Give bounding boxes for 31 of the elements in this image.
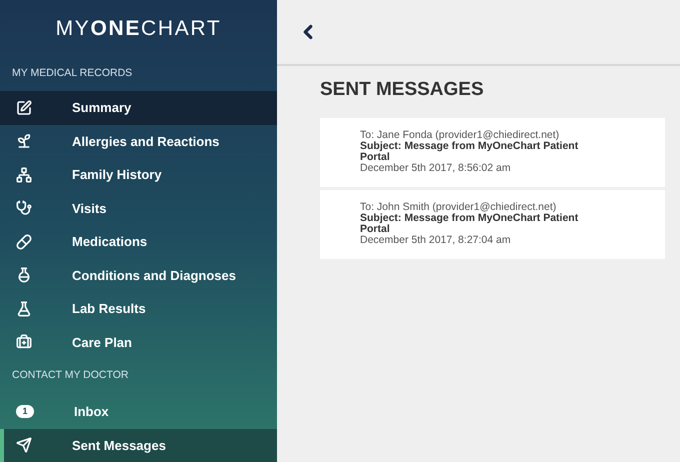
edit-icon — [16, 100, 32, 116]
recipient-text: To: John Smith (provider1@chiedirect.net) — [360, 202, 558, 213]
count-badge: 1 — [16, 405, 34, 418]
subject-text: Subject: Message from MyOneChart Patient Portal — [360, 213, 580, 235]
message-card[interactable]: To: John Smith (provider1@chiedirect.net) Subject: Message from MyOneChart Patient Portal December 5th 2017, 8:27:04 am — [320, 190, 665, 258]
family-tree-icon — [16, 166, 32, 183]
nav-item[interactable]: Lab Results — [0, 292, 277, 326]
subject-text: Subject: Message from MyOneChart Patient Portal — [360, 141, 580, 163]
nav-item[interactable]: Medications — [0, 225, 277, 258]
beaker-icon — [16, 300, 32, 317]
medical-case-icon — [16, 334, 32, 350]
send-icon — [16, 437, 32, 454]
nav-item[interactable]: Allergies and Reactions — [0, 124, 277, 158]
stethoscope-icon — [16, 200, 32, 216]
nav-item[interactable]: Family History — [0, 158, 277, 192]
flask-icon — [16, 267, 32, 284]
section-heading: MY MEDICAL RECORDS — [12, 66, 132, 82]
section-heading: CONTACT MY DOCTOR — [12, 368, 128, 384]
nav-item[interactable]: Summary — [0, 91, 277, 124]
nav-item[interactable]: Sent Messages — [0, 428, 277, 462]
message-card[interactable]: To: Jane Fonda (provider1@chiedirect.net) Subject: Message from MyOneChart Patient Portal December 5th 2017, 8:56:02 am — [320, 118, 665, 186]
nav-item[interactable]: Care Plan — [0, 326, 277, 359]
pill-icon — [16, 234, 32, 250]
page-title: SENT MESSAGES — [320, 78, 485, 102]
date-text: December 5th 2017, 8:56:02 am — [360, 163, 512, 174]
date-text: December 5th 2017, 8:27:04 am — [360, 235, 512, 246]
recipient-text: To: Jane Fonda (provider1@chiedirect.net) — [360, 130, 560, 141]
nav-item[interactable]: 1 Inbox — [0, 395, 277, 428]
nav-item[interactable]: Conditions and Diagnoses — [0, 258, 277, 292]
nav-item[interactable]: Visits — [0, 192, 277, 225]
logo: MYONECHART — [56, 16, 222, 42]
